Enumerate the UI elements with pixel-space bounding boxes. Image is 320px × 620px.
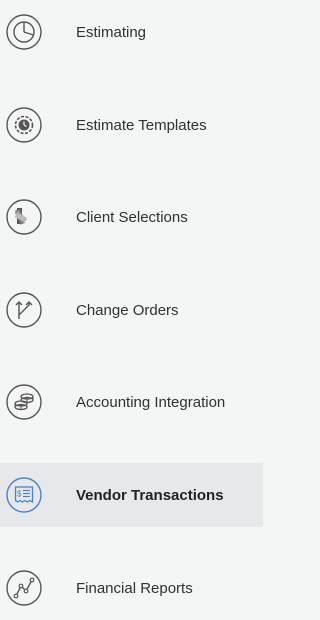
side-menu: Estimating Estimate Templates Client Sel bbox=[0, 0, 263, 612]
menu-item-label: Client Selections bbox=[76, 208, 188, 226]
menu-item-financial-reports[interactable]: Financial Reports bbox=[0, 556, 263, 620]
menu-item-accounting-integration[interactable]: Accounting Integration bbox=[0, 370, 263, 434]
pie-chart-icon bbox=[5, 13, 43, 51]
arrows-up-icon bbox=[5, 291, 43, 329]
gear-clock-icon bbox=[5, 106, 43, 144]
menu-item-label: Financial Reports bbox=[76, 579, 193, 597]
menu-item-label: Estimating bbox=[76, 23, 147, 41]
menu-item-label: Change Orders bbox=[76, 301, 179, 319]
menu-item-estimating[interactable]: Estimating bbox=[0, 0, 263, 64]
menu-item-vendor-transactions[interactable]: $ Vendor Transactions bbox=[0, 463, 263, 527]
swatches-icon bbox=[5, 198, 43, 236]
menu-item-label: Estimate Templates bbox=[76, 116, 207, 134]
receipt-icon: $ bbox=[5, 476, 43, 514]
menu-item-client-selections[interactable]: Client Selections bbox=[0, 185, 263, 249]
menu-item-change-orders[interactable]: Change Orders bbox=[0, 278, 263, 342]
svg-text:$: $ bbox=[17, 490, 22, 499]
menu-item-estimate-templates[interactable]: Estimate Templates bbox=[0, 93, 263, 157]
menu-item-label: Accounting Integration bbox=[76, 393, 226, 411]
coins-icon bbox=[5, 383, 43, 421]
trend-line-icon bbox=[5, 569, 43, 607]
menu-item-label: Vendor Transactions bbox=[76, 486, 224, 504]
